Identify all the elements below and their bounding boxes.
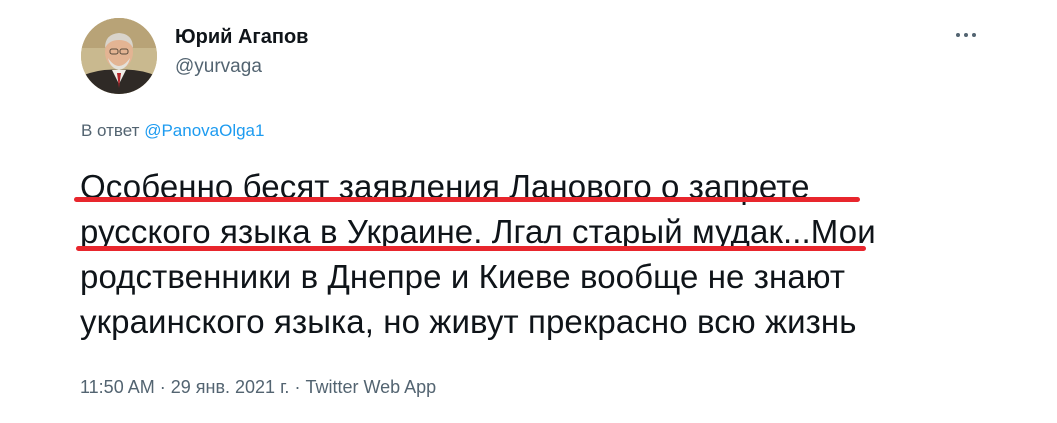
more-options-button[interactable] — [944, 20, 988, 50]
tweet-source-link[interactable]: Twitter Web App — [305, 377, 436, 397]
tweet-text-line: украинского языка, но живут прекрасно вс… — [80, 303, 857, 340]
tweet-card: Юрий Агапов @yurvaga В ответ @PanovaOlga… — [0, 0, 1057, 423]
meta-separator: · — [159, 377, 166, 397]
reply-context: В ответ @PanovaOlga1 — [81, 121, 264, 141]
tweet-metadata: 11:50 AM · 29 янв. 2021 г. · Twitter Web… — [80, 377, 436, 398]
reply-prefix: В ответ — [81, 121, 140, 140]
author-name[interactable]: Юрий Агапов — [175, 26, 308, 49]
tweet-text-line: Особенно бесят заявления Ланового о запр… — [80, 168, 810, 205]
avatar-image — [81, 18, 157, 94]
more-horizontal-icon — [956, 33, 976, 37]
tweet-text: Особенно бесят заявления Ланового о запр… — [80, 164, 980, 344]
red-underline-mark — [76, 246, 866, 251]
author-handle[interactable]: @yurvaga — [175, 56, 262, 78]
reply-mention-link[interactable]: @PanovaOlga1 — [144, 121, 264, 140]
red-underline-mark — [74, 197, 860, 202]
tweet-time[interactable]: 11:50 AM — [80, 377, 155, 397]
tweet-date[interactable]: 29 янв. 2021 г. — [171, 377, 290, 397]
meta-separator: · — [294, 377, 301, 397]
tweet-text-line: родственники в Днепре и Киеве вообще не … — [80, 258, 846, 295]
avatar[interactable] — [81, 18, 157, 94]
